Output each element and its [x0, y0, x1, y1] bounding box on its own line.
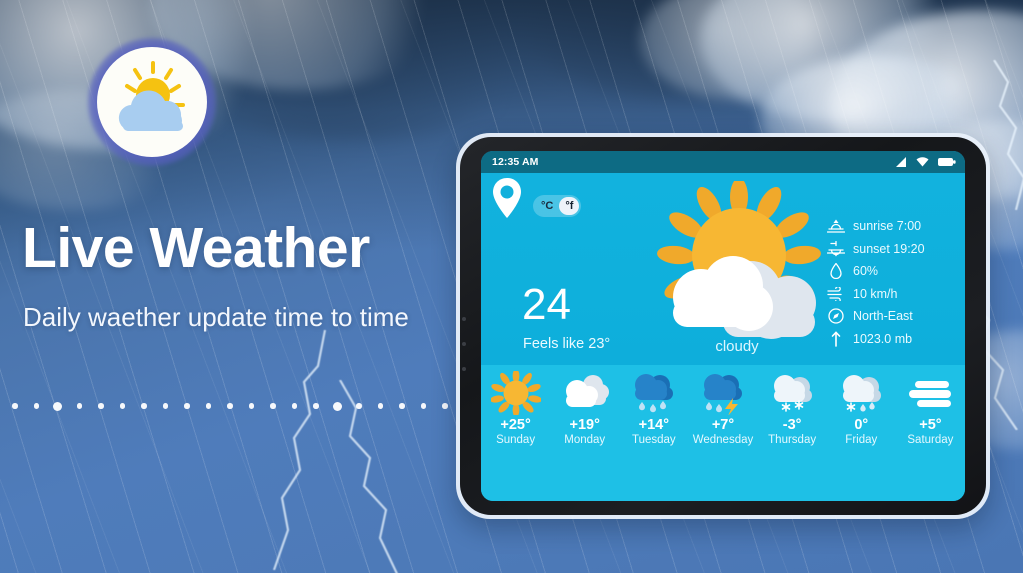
divider-dot: [356, 403, 362, 409]
detail-text: sunset 19:20: [853, 241, 925, 256]
forecast-day-item[interactable]: +7° Wednesday: [688, 365, 757, 501]
windy-icon: [909, 381, 952, 407]
tablet-device: 12:35 AM °C °f 24 Feels like 23° cloudy …: [456, 133, 990, 519]
detail-row-wind: 10 km/h: [825, 283, 953, 306]
humidity-icon: [825, 263, 847, 280]
divider-dot: [442, 403, 448, 409]
compass-icon: [825, 308, 847, 324]
detail-text: 1023.0 mb: [853, 331, 913, 346]
divider-dot: [162, 403, 169, 409]
status-bar-icons: [895, 157, 956, 167]
forecast-day: Wednesday: [692, 434, 754, 446]
forecast-temp: +14°: [638, 417, 670, 433]
divider-dot: [291, 403, 298, 409]
thunderstorm-icon: [703, 374, 742, 415]
status-bar-time: 12:35 AM: [492, 156, 539, 168]
detail-row-pressure: 1023.0 mb: [825, 328, 953, 351]
forecast-day: Friday: [845, 434, 878, 446]
rain-icon: [634, 374, 673, 413]
wind-icon: [825, 286, 847, 301]
dot-divider: [0, 398, 452, 414]
forecast-day: Sunday: [496, 434, 536, 446]
divider-dot: [205, 403, 212, 409]
forecast-day-item[interactable]: +19° Monday: [550, 365, 619, 501]
divider-dot: [184, 403, 190, 409]
left-promo-panel: Live Weather Daily waether update time t…: [0, 0, 460, 573]
page-subtitle: Daily waether update time to time: [23, 302, 409, 332]
unit-option-fahrenheit[interactable]: °f: [559, 196, 580, 216]
divider-dot-large: [53, 401, 63, 411]
volume-button[interactable]: [462, 317, 466, 321]
sunny-icon: [490, 371, 541, 415]
detail-row-wind-direction: North-East: [825, 305, 953, 328]
snow-icon: [774, 375, 813, 412]
divider-dot: [248, 403, 255, 409]
divider-dot: [98, 403, 104, 409]
battery-icon: [938, 158, 956, 166]
forecast-strip: +25° Sunday +19° Monday +14° Tuesday +7°…: [481, 365, 965, 501]
detail-text: North-East: [853, 309, 913, 324]
detail-row-sunrise: sunrise 7:00: [825, 215, 953, 238]
detail-row-humidity: 60%: [825, 260, 953, 283]
divider-dot: [420, 403, 427, 409]
detail-text: sunrise 7:00: [853, 219, 922, 234]
forecast-day-item[interactable]: +14° Tuesday: [619, 365, 688, 501]
current-temperature: 24: [522, 280, 571, 329]
forecast-day-item[interactable]: +25° Sunday: [481, 365, 550, 501]
sunset-icon: [825, 240, 847, 257]
pressure-icon: [825, 331, 847, 347]
divider-dot: [399, 403, 405, 409]
forecast-day: Saturday: [907, 434, 954, 446]
app-logo: [88, 38, 216, 166]
divider-dot: [76, 403, 83, 409]
detail-text: 10 km/h: [853, 286, 898, 301]
forecast-day: Monday: [564, 434, 606, 446]
signal-icon: [896, 157, 906, 167]
volume-button[interactable]: [462, 342, 466, 346]
divider-dot: [141, 403, 147, 409]
weather-details-list: sunrise 7:00 sunset 19:20 60% 10 km/h No…: [825, 215, 953, 350]
status-bar: 12:35 AM: [481, 151, 965, 173]
forecast-temp: +25°: [500, 417, 531, 433]
detail-text: 60%: [853, 264, 879, 279]
divider-dot: [313, 403, 319, 409]
forecast-day: Thursday: [768, 434, 817, 446]
divider-dot: [270, 403, 276, 409]
forecast-temp: 0°: [854, 417, 869, 433]
sun-behind-clouds-icon: [657, 181, 821, 339]
volume-button[interactable]: [462, 367, 466, 371]
divider-dot: [12, 403, 18, 409]
divider-dot-large: [333, 401, 343, 411]
divider-dot: [119, 403, 126, 409]
forecast-temp: +5°: [919, 417, 942, 433]
forecast-temp: -3°: [782, 417, 802, 433]
sun-behind-cloud-icon: [118, 61, 185, 131]
forecast-temp: +19°: [569, 417, 600, 433]
detail-row-sunset: sunset 19:20: [825, 238, 953, 261]
divider-dot: [227, 403, 233, 409]
divider-dot: [33, 403, 40, 409]
wifi-icon: [916, 157, 929, 167]
forecast-day: Tuesday: [632, 434, 676, 446]
divider-dot: [377, 403, 384, 409]
unit-toggle[interactable]: °C °f: [533, 195, 582, 217]
sleet-icon: [843, 375, 882, 412]
location-pin-icon[interactable]: [491, 177, 523, 219]
lightning-bolt-icon: [993, 60, 1023, 210]
forecast-day-item[interactable]: -3° Thursday: [758, 365, 827, 501]
forecast-day-item[interactable]: +5° Saturday: [896, 365, 965, 501]
current-weather-panel: °C °f 24 Feels like 23° cloudy sunrise 7…: [481, 173, 965, 365]
page-title: Live Weather: [22, 216, 370, 280]
sunrise-icon: [825, 218, 847, 234]
partly-cloudy-icon: [565, 375, 609, 407]
forecast-temp: +7°: [711, 417, 735, 433]
tablet-screen: 12:35 AM °C °f 24 Feels like 23° cloudy …: [481, 151, 965, 501]
unit-option-celsius[interactable]: °C: [535, 197, 559, 215]
forecast-day-item[interactable]: 0° Friday: [827, 365, 896, 501]
